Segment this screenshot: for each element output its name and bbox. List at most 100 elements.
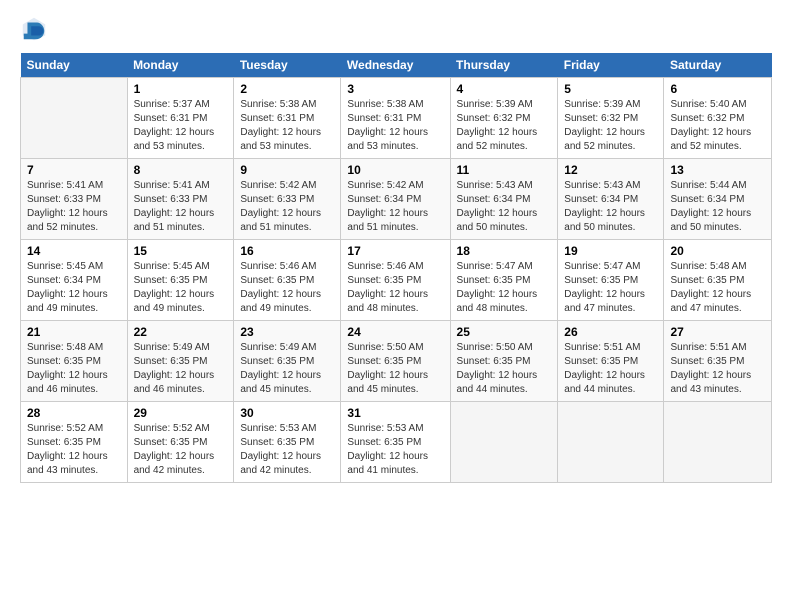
day-info: Sunrise: 5:50 AM Sunset: 6:35 PM Dayligh… xyxy=(347,341,443,397)
day-info: Sunrise: 5:52 AM Sunset: 6:35 PM Dayligh… xyxy=(27,422,121,478)
day-info: Sunrise: 5:44 AM Sunset: 6:34 PM Dayligh… xyxy=(670,179,765,235)
day-info: Sunrise: 5:39 AM Sunset: 6:32 PM Dayligh… xyxy=(457,98,552,154)
day-info: Sunrise: 5:47 AM Sunset: 6:35 PM Dayligh… xyxy=(457,260,552,316)
calendar-cell: 5 Sunrise: 5:39 AM Sunset: 6:32 PM Daylig… xyxy=(558,78,664,159)
day-number: 16 xyxy=(240,244,334,258)
calendar-cell: 17Sunrise: 5:46 AM Sunset: 6:35 PM Dayli… xyxy=(341,240,450,321)
calendar-cell: 28 Sunrise: 5:52 AM Sunset: 6:35 PM Dayli… xyxy=(21,402,128,483)
day-number: 18 xyxy=(457,244,552,258)
day-info: Sunrise: 5:53 AM Sunset: 6:35 PM Dayligh… xyxy=(240,422,334,478)
calendar-header-row: SundayMondayTuesdayWednesdayThursdayFrid… xyxy=(21,53,772,78)
day-info: Sunrise: 5:50 AM Sunset: 6:35 PM Dayligh… xyxy=(457,341,552,397)
calendar-cell: 29Sunrise: 5:52 AM Sunset: 6:35 PM Dayli… xyxy=(127,402,234,483)
calendar-cell: 4 Sunrise: 5:39 AM Sunset: 6:32 PM Daylig… xyxy=(450,78,558,159)
calendar-cell: 22 Sunrise: 5:49 AM Sunset: 6:35 PM Dayli… xyxy=(127,321,234,402)
calendar-cell: 8 Sunrise: 5:41 AM Sunset: 6:33 PM Daylig… xyxy=(127,159,234,240)
day-info: Sunrise: 5:53 AM Sunset: 6:35 PM Dayligh… xyxy=(347,422,443,478)
day-info: Sunrise: 5:38 AM Sunset: 6:31 PM Dayligh… xyxy=(240,98,334,154)
day-number: 12 xyxy=(564,163,657,177)
day-number: 7 xyxy=(27,163,121,177)
calendar-cell: 7 Sunrise: 5:41 AM Sunset: 6:33 PM Daylig… xyxy=(21,159,128,240)
day-number: 30 xyxy=(240,406,334,420)
col-header-monday: Monday xyxy=(127,53,234,78)
col-header-tuesday: Tuesday xyxy=(234,53,341,78)
col-header-saturday: Saturday xyxy=(664,53,772,78)
day-number: 1 xyxy=(134,82,228,96)
day-info: Sunrise: 5:45 AM Sunset: 6:34 PM Dayligh… xyxy=(27,260,121,316)
day-number: 10 xyxy=(347,163,443,177)
day-info: Sunrise: 5:42 AM Sunset: 6:33 PM Dayligh… xyxy=(240,179,334,235)
day-number: 9 xyxy=(240,163,334,177)
logo xyxy=(20,15,52,43)
day-info: Sunrise: 5:43 AM Sunset: 6:34 PM Dayligh… xyxy=(564,179,657,235)
day-info: Sunrise: 5:38 AM Sunset: 6:31 PM Dayligh… xyxy=(347,98,443,154)
calendar-cell: 27 Sunrise: 5:51 AM Sunset: 6:35 PM Dayli… xyxy=(664,321,772,402)
day-info: Sunrise: 5:45 AM Sunset: 6:35 PM Dayligh… xyxy=(134,260,228,316)
day-number: 26 xyxy=(564,325,657,339)
day-info: Sunrise: 5:41 AM Sunset: 6:33 PM Dayligh… xyxy=(27,179,121,235)
day-info: Sunrise: 5:51 AM Sunset: 6:35 PM Dayligh… xyxy=(670,341,765,397)
header xyxy=(20,15,772,43)
page: SundayMondayTuesdayWednesdayThursdayFrid… xyxy=(0,0,792,612)
day-info: Sunrise: 5:48 AM Sunset: 6:35 PM Dayligh… xyxy=(27,341,121,397)
col-header-wednesday: Wednesday xyxy=(341,53,450,78)
week-row-0: 1 Sunrise: 5:37 AM Sunset: 6:31 PM Daylig… xyxy=(21,78,772,159)
calendar-cell: 23Sunrise: 5:49 AM Sunset: 6:35 PM Dayli… xyxy=(234,321,341,402)
calendar-cell xyxy=(21,78,128,159)
week-row-4: 28 Sunrise: 5:52 AM Sunset: 6:35 PM Dayli… xyxy=(21,402,772,483)
calendar-cell: 20Sunrise: 5:48 AM Sunset: 6:35 PM Dayli… xyxy=(664,240,772,321)
calendar-cell: 25 Sunrise: 5:50 AM Sunset: 6:35 PM Dayli… xyxy=(450,321,558,402)
day-info: Sunrise: 5:43 AM Sunset: 6:34 PM Dayligh… xyxy=(457,179,552,235)
day-number: 21 xyxy=(27,325,121,339)
calendar-cell: 13 Sunrise: 5:44 AM Sunset: 6:34 PM Dayli… xyxy=(664,159,772,240)
day-info: Sunrise: 5:41 AM Sunset: 6:33 PM Dayligh… xyxy=(134,179,228,235)
day-number: 19 xyxy=(564,244,657,258)
calendar-cell: 11 Sunrise: 5:43 AM Sunset: 6:34 PM Dayli… xyxy=(450,159,558,240)
day-number: 25 xyxy=(457,325,552,339)
calendar-cell: 15Sunrise: 5:45 AM Sunset: 6:35 PM Dayli… xyxy=(127,240,234,321)
calendar-cell: 9 Sunrise: 5:42 AM Sunset: 6:33 PM Daylig… xyxy=(234,159,341,240)
calendar-cell xyxy=(450,402,558,483)
day-number: 8 xyxy=(134,163,228,177)
day-number: 22 xyxy=(134,325,228,339)
day-info: Sunrise: 5:40 AM Sunset: 6:32 PM Dayligh… xyxy=(670,98,765,154)
day-number: 24 xyxy=(347,325,443,339)
week-row-1: 7 Sunrise: 5:41 AM Sunset: 6:33 PM Daylig… xyxy=(21,159,772,240)
day-info: Sunrise: 5:49 AM Sunset: 6:35 PM Dayligh… xyxy=(240,341,334,397)
calendar-cell: 26 Sunrise: 5:51 AM Sunset: 6:35 PM Dayli… xyxy=(558,321,664,402)
day-info: Sunrise: 5:48 AM Sunset: 6:35 PM Dayligh… xyxy=(670,260,765,316)
day-number: 4 xyxy=(457,82,552,96)
calendar-cell xyxy=(664,402,772,483)
day-number: 14 xyxy=(27,244,121,258)
day-info: Sunrise: 5:46 AM Sunset: 6:35 PM Dayligh… xyxy=(347,260,443,316)
day-info: Sunrise: 5:37 AM Sunset: 6:31 PM Dayligh… xyxy=(134,98,228,154)
day-info: Sunrise: 5:39 AM Sunset: 6:32 PM Dayligh… xyxy=(564,98,657,154)
calendar-cell: 10Sunrise: 5:42 AM Sunset: 6:34 PM Dayli… xyxy=(341,159,450,240)
calendar-cell: 19Sunrise: 5:47 AM Sunset: 6:35 PM Dayli… xyxy=(558,240,664,321)
calendar-cell: 1 Sunrise: 5:37 AM Sunset: 6:31 PM Daylig… xyxy=(127,78,234,159)
day-info: Sunrise: 5:51 AM Sunset: 6:35 PM Dayligh… xyxy=(564,341,657,397)
day-number: 13 xyxy=(670,163,765,177)
calendar-cell: 3 Sunrise: 5:38 AM Sunset: 6:31 PM Daylig… xyxy=(341,78,450,159)
day-number: 5 xyxy=(564,82,657,96)
day-number: 27 xyxy=(670,325,765,339)
calendar-cell: 16Sunrise: 5:46 AM Sunset: 6:35 PM Dayli… xyxy=(234,240,341,321)
calendar-cell: 30 Sunrise: 5:53 AM Sunset: 6:35 PM Dayli… xyxy=(234,402,341,483)
calendar-cell: 21 Sunrise: 5:48 AM Sunset: 6:35 PM Dayli… xyxy=(21,321,128,402)
col-header-thursday: Thursday xyxy=(450,53,558,78)
day-number: 2 xyxy=(240,82,334,96)
calendar-cell: 6 Sunrise: 5:40 AM Sunset: 6:32 PM Daylig… xyxy=(664,78,772,159)
calendar-cell: 31Sunrise: 5:53 AM Sunset: 6:35 PM Dayli… xyxy=(341,402,450,483)
calendar-cell: 18 Sunrise: 5:47 AM Sunset: 6:35 PM Dayli… xyxy=(450,240,558,321)
calendar-cell: 12 Sunrise: 5:43 AM Sunset: 6:34 PM Dayli… xyxy=(558,159,664,240)
calendar-cell: 24 Sunrise: 5:50 AM Sunset: 6:35 PM Dayli… xyxy=(341,321,450,402)
col-header-friday: Friday xyxy=(558,53,664,78)
day-number: 11 xyxy=(457,163,552,177)
calendar-cell: 2 Sunrise: 5:38 AM Sunset: 6:31 PM Daylig… xyxy=(234,78,341,159)
day-info: Sunrise: 5:49 AM Sunset: 6:35 PM Dayligh… xyxy=(134,341,228,397)
day-number: 28 xyxy=(27,406,121,420)
day-number: 6 xyxy=(670,82,765,96)
col-header-sunday: Sunday xyxy=(21,53,128,78)
day-info: Sunrise: 5:52 AM Sunset: 6:35 PM Dayligh… xyxy=(134,422,228,478)
day-number: 3 xyxy=(347,82,443,96)
